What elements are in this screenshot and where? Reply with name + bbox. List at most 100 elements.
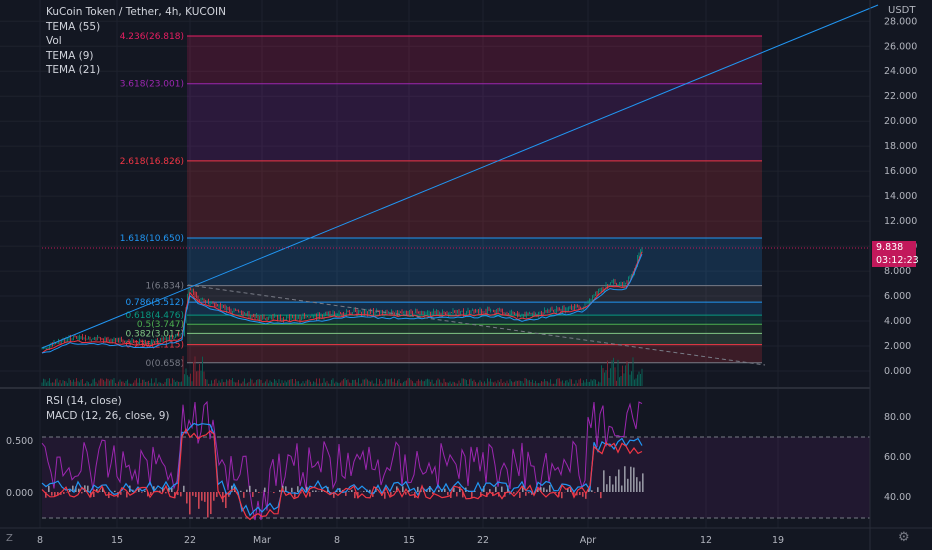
volume-bar (187, 375, 188, 386)
time-axis[interactable]: 8 15 22 Mar 8 15 22 Apr 12 19 (37, 535, 784, 546)
volume-bar (211, 380, 212, 386)
volume-bar (389, 379, 391, 386)
volume-bar (143, 379, 145, 386)
macd-histogram-bar (165, 492, 167, 494)
macd-histogram-bar (114, 490, 116, 492)
volume-bar (107, 379, 109, 386)
volume-bar (358, 378, 359, 386)
volume-bar (203, 371, 205, 386)
macd-axis-label: 0.000 (6, 488, 33, 499)
indicator-vol[interactable]: Vol (46, 34, 226, 49)
fib-level-label: 2.618(16.826) (120, 157, 184, 167)
macd-histogram-bar (633, 467, 635, 492)
volume-bar (145, 381, 146, 386)
fib-zone (187, 36, 762, 84)
volume-bar (463, 378, 464, 386)
volume-bar (332, 378, 334, 386)
volume-bar (524, 378, 526, 386)
volume-bar (245, 383, 247, 386)
volume-bar (325, 382, 326, 386)
volume-bar (73, 379, 74, 386)
indicator-macd[interactable]: MACD (12, 26, close, 9) (46, 409, 169, 424)
price-axis-label: 22.000 (884, 91, 917, 102)
volume-bar (340, 382, 341, 386)
volume-bar (205, 378, 206, 386)
volume-bar (242, 381, 244, 386)
current-price: 9.838 (876, 242, 904, 253)
fib-level-label: 3.618(23.001) (120, 80, 184, 90)
volume-bar (235, 382, 236, 386)
macd-histogram-bar (210, 492, 212, 515)
volume-bar (392, 381, 394, 386)
volume-bar (247, 382, 248, 386)
volume-bar (92, 379, 94, 386)
volume-bar (548, 382, 550, 386)
volume-bar (442, 383, 443, 386)
macd-histogram-bar (195, 492, 197, 498)
volume-bar (551, 383, 553, 386)
indicator-rsi[interactable]: RSI (14, close) (46, 394, 169, 409)
volume-bar (220, 382, 221, 386)
volume-bar (284, 380, 286, 386)
volume-bar (118, 381, 119, 386)
volume-bar (76, 378, 77, 386)
volume-bar (94, 378, 95, 386)
volume-bar (569, 378, 571, 386)
fib-level-label: 0.786(5.512) (125, 298, 184, 308)
volume-bar (181, 381, 182, 386)
currency-label[interactable]: USDT (888, 5, 915, 16)
price-axis-label: 26.000 (884, 41, 917, 52)
volume-bar (430, 381, 431, 386)
macd-histogram-bar (51, 492, 53, 496)
volume-bar (128, 383, 130, 386)
volume-bar (356, 382, 358, 386)
volume-bar (641, 368, 643, 386)
volume-bar (623, 373, 625, 386)
volume-bar (308, 379, 310, 386)
timezone-button[interactable]: Z (6, 533, 13, 544)
symbol-title[interactable]: KuCoin Token / Tether, 4h, KUCOIN (46, 5, 226, 20)
indicator-tema-55[interactable]: TEMA (55) (46, 20, 226, 35)
volume-bar (590, 379, 592, 386)
price-axis[interactable]: 28.000 26.000 24.000 22.000 20.000 18.000 16.0… (884, 16, 917, 377)
gear-icon[interactable]: ⚙ (898, 530, 910, 545)
macd-histogram-bar (582, 492, 584, 497)
volume-bar (221, 379, 223, 386)
volume-bar (454, 382, 455, 386)
volume-bar (262, 383, 263, 386)
time-axis-label: 15 (111, 535, 123, 546)
volume-bar (406, 380, 407, 386)
macd-histogram-bar (54, 492, 56, 496)
macd-histogram-bar (279, 489, 281, 492)
macd-histogram-bar (81, 492, 83, 494)
volume-bar (98, 380, 100, 386)
volume-bar (110, 379, 112, 386)
macd-histogram-bar (213, 492, 215, 501)
volume-bar (575, 380, 577, 386)
volume-bar (341, 380, 343, 386)
volume-bar (533, 383, 535, 386)
indicator-tema-21[interactable]: TEMA (21) (46, 63, 226, 78)
volume-bar (343, 379, 344, 386)
volume-bar (133, 382, 134, 386)
volume-bar (532, 379, 533, 386)
price-axis-label: 8.000 (884, 266, 911, 277)
volume-bar (178, 381, 179, 386)
time-axis-label: 22 (184, 535, 196, 546)
volume-bar (130, 383, 131, 386)
macd-histogram-bar (549, 485, 551, 492)
indicator-tema-9[interactable]: TEMA (9) (46, 49, 226, 64)
fibonacci-extension[interactable]: 4.236(26.818)3.618(23.001)2.618(16.826)1… (120, 32, 762, 369)
volume-bar (214, 379, 215, 386)
volume-bar (317, 383, 319, 386)
chart-canvas[interactable]: 4.236(26.818)3.618(23.001)2.618(16.826)1… (0, 0, 932, 550)
macd-histogram-bar (93, 492, 95, 497)
volume-bar (167, 378, 169, 386)
volume-bar (196, 371, 197, 386)
macd-histogram-bar (546, 489, 548, 492)
volume-bar (223, 382, 224, 386)
macd-histogram-bar (345, 492, 347, 496)
macd-histogram-bar (189, 492, 191, 515)
fib-zone (187, 344, 762, 363)
volume-bar (305, 380, 307, 386)
